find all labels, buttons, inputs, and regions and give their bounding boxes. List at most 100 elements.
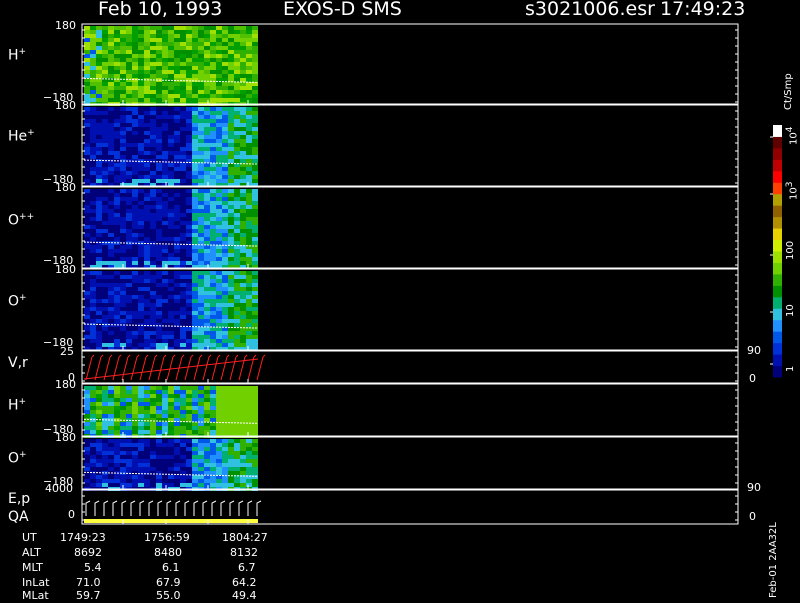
- heatmap-cell: [84, 447, 90, 451]
- heatmap-cell: [240, 98, 246, 102]
- colorbar-swatch: [773, 342, 782, 355]
- heatmap-cell: [228, 46, 234, 50]
- heatmap-cell: [114, 26, 120, 30]
- heatmap-cell: [222, 151, 228, 155]
- heatmap-cell: [102, 58, 108, 62]
- heatmap-cell: [252, 331, 258, 335]
- heatmap-cell: [138, 451, 144, 455]
- heatmap-cell: [132, 98, 138, 102]
- heatmap-cell: [252, 447, 258, 451]
- heatmap-cell: [216, 291, 222, 295]
- heatmap-cell: [210, 271, 216, 275]
- heatmap-cell: [108, 143, 114, 147]
- heatmap-cell: [234, 275, 240, 279]
- heatmap-cell: [240, 70, 246, 74]
- heatmap-cell: [210, 339, 216, 343]
- footer-value: 6.1: [162, 561, 180, 574]
- heatmap-cell: [150, 459, 156, 463]
- heatmap-cell: [90, 205, 96, 209]
- heatmap-cell: [120, 38, 126, 42]
- heatmap-cell: [84, 175, 90, 179]
- heatmap-cell: [102, 339, 108, 343]
- heatmap-cell: [234, 299, 240, 303]
- heatmap-cell: [174, 119, 180, 123]
- heatmap-cell: [216, 315, 222, 319]
- heatmap-cell: [138, 249, 144, 253]
- heatmap-cell: [126, 467, 132, 471]
- heatmap-cell: [162, 225, 168, 229]
- heatmap-cell: [126, 98, 132, 102]
- heatmap-cell: [180, 439, 186, 443]
- heatmap-cell: [138, 233, 144, 237]
- heatmap-cell: [138, 303, 144, 307]
- heatmap-cell: [198, 42, 204, 46]
- heatmap-cell: [240, 193, 246, 197]
- heatmap-cell: [84, 42, 90, 46]
- heatmap-cell: [108, 74, 114, 78]
- heatmap-cell: [120, 467, 126, 471]
- heatmap-cell: [204, 74, 210, 78]
- heatmap-cell: [168, 443, 174, 447]
- heatmap-cell: [198, 143, 204, 147]
- heatmap-cell: [234, 253, 240, 257]
- heatmap-cell: [108, 197, 114, 201]
- heatmap-cell: [186, 283, 192, 287]
- heatmap-cell: [210, 175, 216, 179]
- heatmap-cell: [114, 127, 120, 131]
- heatmap-cell: [216, 275, 222, 279]
- heatmap-cell: [234, 390, 240, 394]
- velocity-vector: [256, 356, 264, 381]
- heatmap-cell: [150, 127, 156, 131]
- heatmap-cell: [168, 459, 174, 463]
- heatmap-cell: [126, 414, 132, 418]
- heatmap-cell: [168, 163, 174, 167]
- heatmap-cell: [174, 82, 180, 86]
- heatmap-cell: [84, 275, 90, 279]
- heatmap-cell: [240, 233, 246, 237]
- heatmap-cell: [144, 197, 150, 201]
- heatmap-cell: [102, 50, 108, 54]
- heatmap-cell: [228, 237, 234, 241]
- heatmap-cell: [228, 331, 234, 335]
- heatmap-cell: [156, 339, 162, 343]
- heatmap-cell: [84, 179, 90, 183]
- heatmap-cell: [198, 171, 204, 175]
- heatmap-cell: [150, 201, 156, 205]
- heatmap-cell: [204, 303, 210, 307]
- heatmap-cell: [168, 225, 174, 229]
- heatmap-cell: [138, 175, 144, 179]
- heatmap-cell: [168, 398, 174, 402]
- heatmap-cell: [150, 275, 156, 279]
- heatmap-cell: [210, 439, 216, 443]
- heatmap-cell: [162, 402, 168, 406]
- heatmap-cell: [96, 135, 102, 139]
- colorbar-swatch: [773, 216, 782, 229]
- heatmap-cell: [252, 443, 258, 447]
- heatmap-cell: [228, 189, 234, 193]
- velocity-vector-tip: [253, 354, 257, 358]
- heatmap-cell: [216, 58, 222, 62]
- heatmap-cell: [234, 335, 240, 339]
- heatmap-cell: [120, 339, 126, 343]
- heatmap-cell: [144, 127, 150, 131]
- heatmap-cell: [108, 307, 114, 311]
- heatmap-cell: [126, 455, 132, 459]
- heatmap-cell: [144, 475, 150, 479]
- heatmap-cell: [132, 402, 138, 406]
- heatmap-cell: [120, 291, 126, 295]
- heatmap-cell: [144, 275, 150, 279]
- heatmap-cell: [96, 394, 102, 398]
- heatmap-cell: [168, 233, 174, 237]
- heatmap-cell: [108, 147, 114, 151]
- heatmap-cell: [84, 331, 90, 335]
- heatmap-cell: [234, 414, 240, 418]
- heatmap-cell: [222, 143, 228, 147]
- heatmap-cell: [132, 213, 138, 217]
- heatmap-cell: [204, 455, 210, 459]
- heatmap-cell: [222, 406, 228, 410]
- heatmap-cell: [198, 115, 204, 119]
- heatmap-cell: [174, 451, 180, 455]
- heatmap-cell: [228, 295, 234, 299]
- heatmap-cell: [90, 331, 96, 335]
- heatmap-cell: [114, 475, 120, 479]
